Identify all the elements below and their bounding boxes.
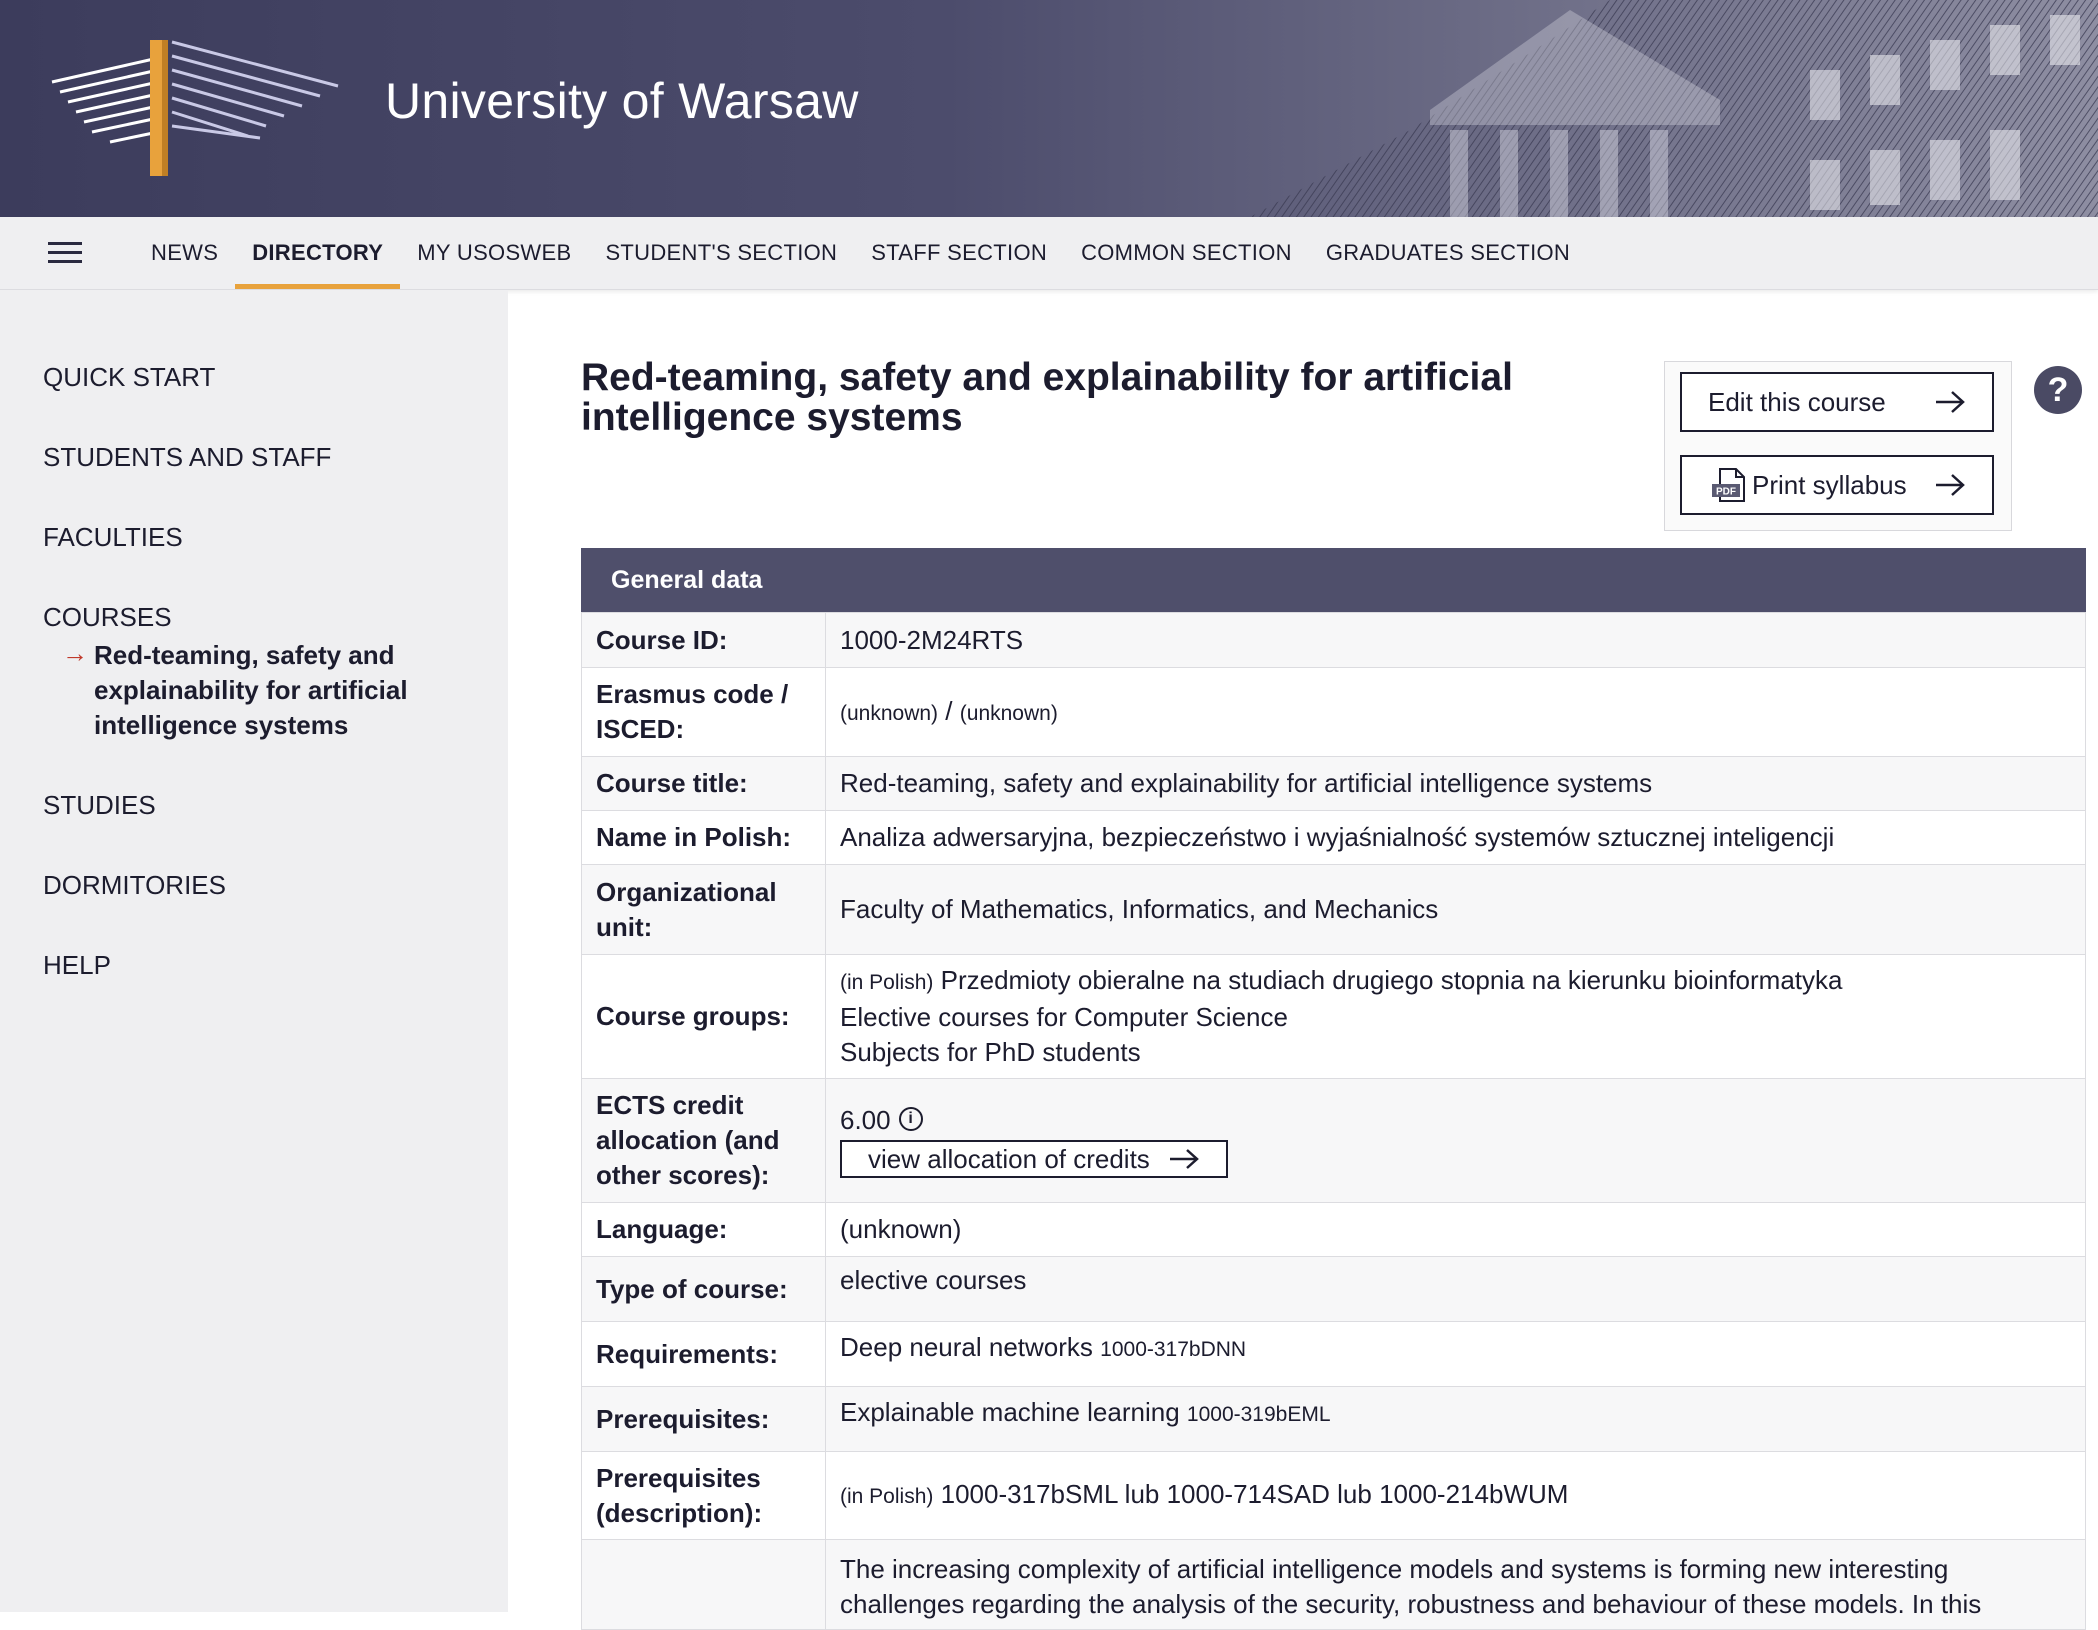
course-groups-value: (in Polish) Przedmioty obieralne na stud… (825, 954, 2086, 1079)
arrow-right-icon (1936, 391, 1965, 413)
info-icon[interactable]: i (898, 1107, 923, 1131)
erasmus-value: (unknown) / (unknown) (825, 667, 2086, 757)
sidebar-subitem-label: Red-teaming, safety and explainability f… (94, 640, 408, 740)
requirements-label: Requirements: (581, 1321, 826, 1387)
course-id-label: Course ID: (581, 612, 826, 668)
course-actions: Edit this course PDF Print syllabus (1664, 361, 2012, 531)
building-illustration (1250, 0, 2098, 217)
nav-staff-section[interactable]: STAFF SECTION (854, 217, 1064, 289)
nav-news[interactable]: NEWS (134, 217, 235, 289)
university-name[interactable]: University of Warsaw (385, 72, 859, 130)
university-logo[interactable] (50, 38, 340, 178)
table-row: Prerequisites (description): (in Polish)… (581, 1451, 2086, 1540)
org-unit-value[interactable]: Faculty of Mathematics, Informatics, and… (825, 864, 2086, 955)
table-row: Course groups: (in Polish) Przedmioty ob… (581, 954, 2086, 1079)
edit-course-label: Edit this course (1708, 386, 1886, 417)
prerequisites-description-label: Prerequisites (description): (581, 1451, 826, 1540)
nav-students-section[interactable]: STUDENT'S SECTION (588, 217, 854, 289)
polish-name-label: Name in Polish: (581, 810, 826, 865)
prerequisites-description-value: (in Polish) 1000-317bSML lub 1000-714SAD… (825, 1451, 2086, 1540)
arrow-right-icon (1169, 1149, 1199, 1169)
table-row: Requirements: Deep neural networks 1000-… (581, 1321, 2086, 1387)
table-row: Prerequisites: Explainable machine learn… (581, 1386, 2086, 1452)
type-of-course-label: Type of course: (581, 1256, 826, 1322)
nav-directory[interactable]: DIRECTORY (235, 217, 401, 289)
top-navigation: NEWS DIRECTORY MY USOSWEB STUDENT'S SECT… (0, 217, 2098, 290)
general-data-table: Course ID: 1000-2M24RTS Erasmus code / I… (581, 612, 2086, 1630)
type-of-course-value: elective courses (825, 1256, 2086, 1322)
view-allocation-button[interactable]: view allocation of credits (840, 1140, 1228, 1178)
sidebar-item-help[interactable]: HELP (43, 950, 111, 981)
erasmus-label: Erasmus code / ISCED: (581, 667, 826, 757)
edit-course-button[interactable]: Edit this course (1680, 372, 1994, 432)
prerequisite-link[interactable]: Explainable machine learning (840, 1397, 1180, 1427)
sidebar-item-students-and-staff[interactable]: STUDENTS AND STAFF (43, 442, 331, 473)
sidebar-item-courses[interactable]: COURSES (43, 602, 172, 633)
table-row: Course ID: 1000-2M24RTS (581, 612, 2086, 668)
sidebar-item-quick-start[interactable]: QUICK START (43, 362, 215, 393)
prerequisite-code: 1000-319bEML (1186, 1403, 1331, 1426)
table-row: ECTS credit allocation (and other scores… (581, 1078, 2086, 1203)
table-row: Erasmus code / ISCED: (unknown) / (unkno… (581, 667, 2086, 757)
sidebar-subitem-current-course[interactable]: → Red-teaming, safety and explainability… (62, 638, 422, 743)
table-row: Language: (unknown) (581, 1202, 2086, 1257)
menu-icon[interactable] (48, 242, 82, 264)
nav-my-usosweb[interactable]: MY USOSWEB (400, 217, 588, 289)
nav-items: NEWS DIRECTORY MY USOSWEB STUDENT'S SECT… (134, 217, 1587, 289)
print-syllabus-button[interactable]: PDF Print syllabus (1680, 455, 1994, 515)
sidebar-item-faculties[interactable]: FACULTIES (43, 522, 183, 553)
org-unit-label: Organizational unit: (581, 864, 826, 955)
ects-value-cell: 6.00 i view allocation of credits (825, 1078, 2086, 1203)
sidebar: QUICK START STUDENTS AND STAFF FACULTIES… (0, 290, 508, 1612)
page-title: Red-teaming, safety and explainability f… (581, 356, 1513, 439)
svg-text:PDF: PDF (1716, 487, 1736, 498)
table-row: Organizational unit: Faculty of Mathemat… (581, 864, 2086, 955)
ects-label: ECTS credit allocation (and other scores… (581, 1078, 826, 1203)
polish-name-value: Analiza adwersaryjna, bezpieczeństwo i w… (825, 810, 2086, 865)
course-id-value: 1000-2M24RTS (825, 612, 2086, 668)
nav-graduates-section[interactable]: GRADUATES SECTION (1309, 217, 1587, 289)
table-row: Name in Polish: Analiza adwersaryjna, be… (581, 810, 2086, 865)
sidebar-item-dormitories[interactable]: DORMITORIES (43, 870, 226, 901)
print-syllabus-label: Print syllabus (1752, 469, 1907, 500)
course-groups-label: Course groups: (581, 954, 826, 1079)
arrow-right-icon: → (62, 638, 88, 668)
table-row: Type of course: elective courses (581, 1256, 2086, 1322)
help-icon[interactable]: ? (2034, 366, 2082, 414)
prerequisites-value: Explainable machine learning 1000-319bEM… (825, 1386, 2086, 1452)
requirement-link[interactable]: Deep neural networks (840, 1332, 1093, 1362)
course-group-link[interactable]: Przedmioty obieralne na studiach drugieg… (941, 965, 1843, 995)
table-row: Course title: Red-teaming, safety and ex… (581, 756, 2086, 811)
course-title-value: Red-teaming, safety and explainability f… (825, 756, 2086, 811)
language-value: (unknown) (825, 1202, 2086, 1257)
language-label: Language: (581, 1202, 826, 1257)
nav-common-section[interactable]: COMMON SECTION (1064, 217, 1309, 289)
course-group-link[interactable]: Elective courses for Computer Science (840, 1000, 2071, 1035)
course-title-label: Course title: (581, 756, 826, 811)
prerequisites-label: Prerequisites: (581, 1386, 826, 1452)
general-data-heading: General data (581, 548, 2086, 612)
header-banner: University of Warsaw (0, 0, 2098, 217)
sidebar-item-studies[interactable]: STUDIES (43, 790, 156, 821)
pdf-icon: PDF (1712, 468, 1745, 502)
course-group-link[interactable]: Subjects for PhD students (840, 1035, 2071, 1070)
ects-value: 6.00 (840, 1105, 891, 1135)
requirements-value: Deep neural networks 1000-317bDNN (825, 1321, 2086, 1387)
table-row: The increasing complexity of artificial … (581, 1539, 2086, 1630)
description-value: The increasing complexity of artificial … (825, 1539, 2086, 1630)
description-label (581, 1539, 826, 1630)
arrow-right-icon (1936, 474, 1965, 496)
requirement-code: 1000-317bDNN (1100, 1338, 1247, 1361)
